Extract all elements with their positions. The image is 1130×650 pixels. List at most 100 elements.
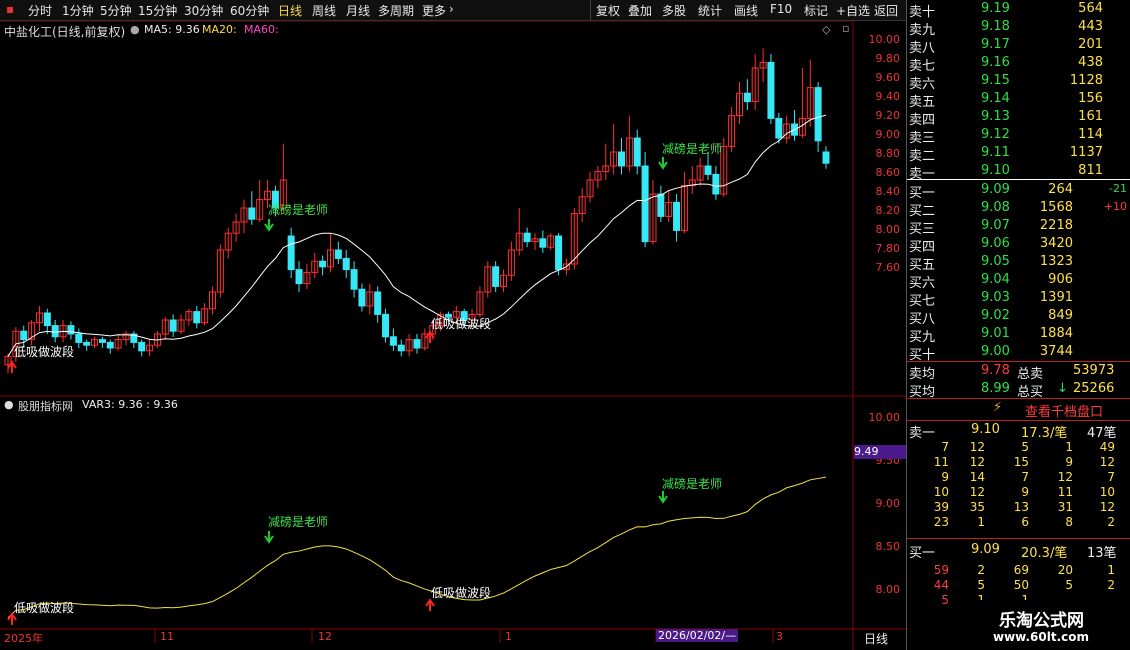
candle-body bbox=[814, 87, 822, 142]
sell-level-row[interactable]: 卖十 9.19 564 bbox=[907, 0, 1130, 20]
ind-sell-annotation-2: 减磅是老师 bbox=[662, 477, 723, 491]
huaxian-button[interactable]: 画线 bbox=[734, 2, 758, 19]
period-tab-5min[interactable]: 5分钟 bbox=[100, 2, 132, 19]
queue-cell: 35 bbox=[969, 500, 985, 514]
tongji-button[interactable]: 统计 bbox=[698, 2, 722, 19]
chevron-right-icon[interactable]: › bbox=[449, 2, 454, 16]
sell-level-row[interactable]: 卖一 9.10 811 bbox=[907, 162, 1130, 182]
buy-level-row[interactable]: 买七 9.03 1391 bbox=[907, 289, 1130, 309]
period-tab-fenshi[interactable]: 分时 bbox=[28, 2, 52, 19]
queue-cell: 5 bbox=[1065, 578, 1073, 592]
xaxis-label-11: 11 bbox=[160, 630, 174, 643]
sell-level-row[interactable]: 卖八 9.17 201 bbox=[907, 36, 1130, 56]
menu-icon[interactable]: ▪ bbox=[6, 2, 14, 16]
period-tab-15min[interactable]: 15分钟 bbox=[138, 2, 177, 19]
queue-cell: 12 bbox=[969, 440, 985, 454]
candle-body bbox=[75, 333, 83, 343]
period-tab-30min[interactable]: 30分钟 bbox=[184, 2, 223, 19]
add-watchlist-button[interactable]: +自选 bbox=[836, 2, 870, 19]
period-tab-multi[interactable]: 多周期 bbox=[378, 2, 414, 19]
xaxis-label-3: 3 bbox=[776, 630, 783, 643]
price-tick: 8.40 bbox=[875, 185, 901, 198]
period-tab-weekly[interactable]: 周线 bbox=[312, 2, 336, 19]
period-tab-more[interactable]: 更多 bbox=[422, 2, 446, 19]
sell-level-row[interactable]: 卖四 9.13 161 bbox=[907, 108, 1130, 128]
candle-body bbox=[413, 339, 421, 349]
candle-body bbox=[743, 92, 751, 103]
candle-body bbox=[98, 339, 106, 343]
ma60-label: MA60: bbox=[244, 23, 279, 36]
buy-level-row[interactable]: 买八 9.02 849 bbox=[907, 307, 1130, 327]
queue-cell: 1 bbox=[977, 515, 985, 529]
buy-level-row[interactable]: 买三 9.07 2218 bbox=[907, 217, 1130, 237]
sell-level-row[interactable]: 卖七 9.16 438 bbox=[907, 54, 1130, 74]
candle-body bbox=[138, 341, 146, 352]
queue-cell: 7 bbox=[941, 440, 949, 454]
candle-body bbox=[374, 291, 382, 315]
queue-cell: 44 bbox=[933, 578, 949, 592]
var3-label: VAR3: 9.36 : 9.36 bbox=[82, 398, 178, 411]
sell-level-row[interactable]: 卖五 9.14 156 bbox=[907, 90, 1130, 110]
candle-body bbox=[382, 313, 390, 338]
candle-body bbox=[389, 336, 397, 346]
period-tab-60min[interactable]: 60分钟 bbox=[230, 2, 269, 19]
indicator-settings-icon[interactable]: ● bbox=[4, 398, 14, 411]
sell-avg-row: 卖均 9.78 总卖 53973 bbox=[909, 363, 1115, 382]
queue-cell: 5 bbox=[977, 578, 985, 592]
candle-body bbox=[704, 165, 712, 175]
candle-body bbox=[555, 235, 563, 271]
buy-level-row[interactable]: 买二 9.08 1568 +10 bbox=[907, 199, 1130, 219]
price-tick: 9.60 bbox=[875, 71, 901, 84]
down-arrow-icon: ↓ bbox=[1057, 381, 1068, 396]
buy-level-row[interactable]: 买一 9.09 264 -21 bbox=[907, 181, 1130, 201]
buy-level-row[interactable]: 买四 9.06 3420 bbox=[907, 235, 1130, 255]
f10-button[interactable]: F10 bbox=[770, 2, 792, 16]
period-tab-daily[interactable]: 日线 bbox=[278, 2, 302, 19]
candle-body bbox=[539, 238, 547, 248]
buy-level-row[interactable]: 买六 9.04 906 bbox=[907, 271, 1130, 291]
buy-level-row[interactable]: 买十 9.00 3744 bbox=[907, 343, 1130, 363]
candle-body bbox=[51, 325, 59, 338]
candle-body bbox=[618, 151, 625, 167]
sell-level-row[interactable]: 卖六 9.15 1128 bbox=[907, 72, 1130, 92]
sell-level-row[interactable]: 卖二 9.11 1137 bbox=[907, 144, 1130, 164]
buy-level-row[interactable]: 买九 9.01 1884 bbox=[907, 325, 1130, 345]
candle-body bbox=[43, 312, 51, 327]
xaxis-label-1: 1 bbox=[505, 630, 512, 643]
candle-body bbox=[633, 137, 641, 167]
diamond-icon[interactable]: ◇ bbox=[822, 23, 830, 36]
indicator-tick: 10.00 bbox=[868, 411, 901, 424]
fuquan-button[interactable]: 复权 bbox=[596, 2, 620, 19]
sell-annotation-1: 减磅是老师 bbox=[268, 203, 329, 217]
ind-buy-annotation-2: 低吸做波段 bbox=[431, 586, 492, 600]
qianpan-button[interactable]: ⚡ 查看千档盘口 bbox=[907, 399, 1130, 420]
order-book-panel: 卖十 9.19 564 卖九 9.18 443 卖八 9.17 201 卖七 9.16 438 卖六 9.… bbox=[906, 0, 1130, 650]
queue-cell: 5 bbox=[941, 593, 949, 607]
sell-level-row[interactable]: 卖九 9.18 443 bbox=[907, 18, 1130, 38]
candle-body bbox=[169, 319, 177, 332]
candle-body bbox=[83, 341, 91, 346]
price-tick: 9.40 bbox=[875, 90, 901, 103]
ask1-summary: 卖一 9.10 17.3/笔 47笔 bbox=[909, 422, 1117, 441]
buy-level-row[interactable]: 买五 9.05 1323 bbox=[907, 253, 1130, 273]
price-tick: 9.00 bbox=[875, 128, 901, 141]
candle-body bbox=[350, 269, 358, 290]
duogu-button[interactable]: 多股 bbox=[662, 2, 686, 19]
biaoji-button[interactable]: 标记 bbox=[804, 2, 828, 19]
candle-body bbox=[492, 266, 500, 287]
period-tab-1min[interactable]: 1分钟 bbox=[62, 2, 94, 19]
chart-settings-icon[interactable]: ● bbox=[130, 23, 140, 36]
kline-chart[interactable]: 中盐化工(日线,前复权) ● MA5: 9.36 MA20: MA60: ◇ ▫… bbox=[0, 21, 906, 650]
queue-cell: 12 bbox=[1099, 500, 1115, 514]
queue-cell: 10 bbox=[933, 485, 949, 499]
queue-cell: 2 bbox=[1107, 515, 1115, 529]
sell-level-row[interactable]: 卖三 9.12 114 bbox=[907, 126, 1130, 146]
square-icon[interactable]: ▫ bbox=[842, 22, 849, 35]
back-button[interactable]: 返回 bbox=[874, 2, 898, 19]
price-tick: 8.20 bbox=[875, 204, 901, 217]
diejia-button[interactable]: 叠加 bbox=[628, 2, 652, 19]
queue-cell: 8 bbox=[1065, 515, 1073, 529]
candle-body bbox=[775, 117, 783, 139]
period-tab-monthly[interactable]: 月线 bbox=[346, 2, 370, 19]
queue-cell: 2 bbox=[977, 563, 985, 577]
